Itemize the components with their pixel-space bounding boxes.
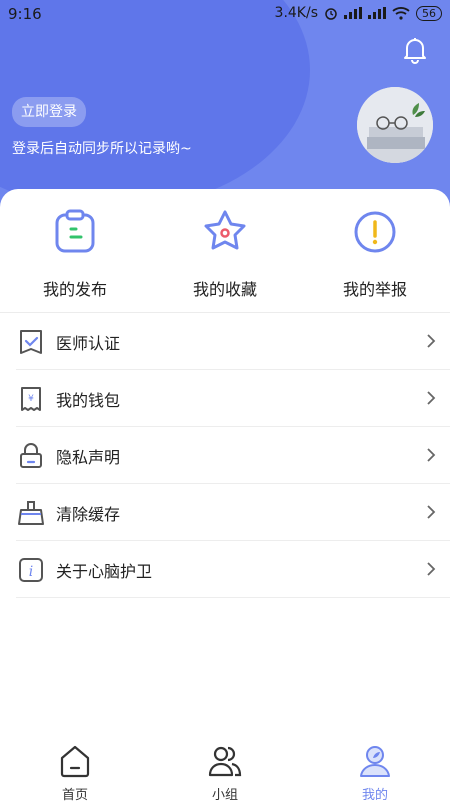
chevron-right-icon	[427, 334, 436, 348]
info-icon: i	[19, 558, 43, 582]
svg-text:¥: ¥	[28, 394, 34, 404]
network-speed: 3.4K/s	[274, 5, 318, 21]
tab-label: 首页	[61, 788, 88, 803]
group-icon	[208, 746, 242, 777]
settings-menu: 医师认证 ¥ 我的钱包 隐私声明 清除缓存 i 关于心脑护卫	[16, 313, 450, 598]
battery-indicator: 56	[416, 5, 442, 21]
status-time: 9:16	[8, 5, 42, 23]
quick-action-reports[interactable]: 我的举报	[315, 209, 435, 300]
chevron-right-icon	[427, 448, 436, 462]
profile-header: 9:16 3.4K/s 56 立即登录 登录后自动同步所以记录哟~	[0, 0, 450, 220]
chevron-right-icon	[427, 505, 436, 519]
menu-item-label: 医师认证	[56, 334, 121, 353]
broom-icon	[18, 501, 44, 525]
star-icon	[204, 210, 246, 250]
wifi-icon	[392, 6, 410, 20]
chevron-right-icon	[427, 391, 436, 405]
menu-item-label: 关于心脑护卫	[56, 562, 153, 581]
svg-text:i: i	[29, 564, 33, 580]
quick-actions: 我的发布 我的收藏 我的举报	[0, 189, 450, 312]
home-icon	[60, 745, 90, 778]
quick-action-favorites[interactable]: 我的收藏	[165, 209, 285, 300]
chevron-right-icon	[427, 562, 436, 576]
quick-action-label: 我的收藏	[192, 280, 257, 299]
menu-item-label: 清除缓存	[56, 505, 121, 524]
menu-item-privacy[interactable]: 隐私声明	[16, 427, 450, 484]
alarm-icon	[325, 8, 337, 20]
quick-action-label: 我的举报	[342, 280, 407, 299]
login-hint-text: 登录后自动同步所以记录哟~	[12, 141, 192, 157]
menu-item-doctor-certification[interactable]: 医师认证	[16, 313, 450, 370]
certificate-icon	[20, 330, 42, 354]
quick-action-my-posts[interactable]: 我的发布	[15, 209, 135, 300]
tab-label: 小组	[211, 788, 238, 803]
status-indicators: 3.4K/s 56	[275, 5, 442, 21]
menu-item-label: 我的钱包	[56, 391, 121, 410]
menu-item-wallet[interactable]: ¥ 我的钱包	[16, 370, 450, 427]
quick-action-label: 我的发布	[42, 280, 107, 299]
status-bar: 9:16 3.4K/s 56	[0, 0, 450, 28]
bell-icon[interactable]	[402, 36, 428, 64]
lock-icon	[20, 443, 42, 468]
wallet-icon: ¥	[21, 387, 41, 411]
tab-home[interactable]: 首页	[35, 744, 115, 803]
menu-item-about[interactable]: i 关于心脑护卫	[16, 541, 450, 598]
signal-icon-2	[368, 7, 386, 19]
avatar[interactable]	[357, 87, 433, 163]
clipboard-icon	[55, 209, 95, 253]
tab-label: 我的	[361, 788, 388, 803]
menu-item-clear-cache[interactable]: 清除缓存	[16, 484, 450, 541]
profile-icon	[360, 746, 390, 777]
login-button[interactable]: 立即登录	[12, 97, 86, 127]
exclamation-icon	[354, 211, 396, 253]
content-panel: 我的发布 我的收藏 我的举报 医师认证 ¥ 我的钱包 隐私声明 清除缓存 i 关…	[0, 189, 450, 800]
bottom-tab-bar: 首页 小组 我的	[0, 738, 450, 803]
tab-mine[interactable]: 我的	[335, 744, 415, 803]
tab-group[interactable]: 小组	[185, 744, 265, 803]
signal-icon	[344, 7, 362, 19]
avatar-image	[357, 87, 433, 163]
menu-item-label: 隐私声明	[56, 448, 121, 467]
